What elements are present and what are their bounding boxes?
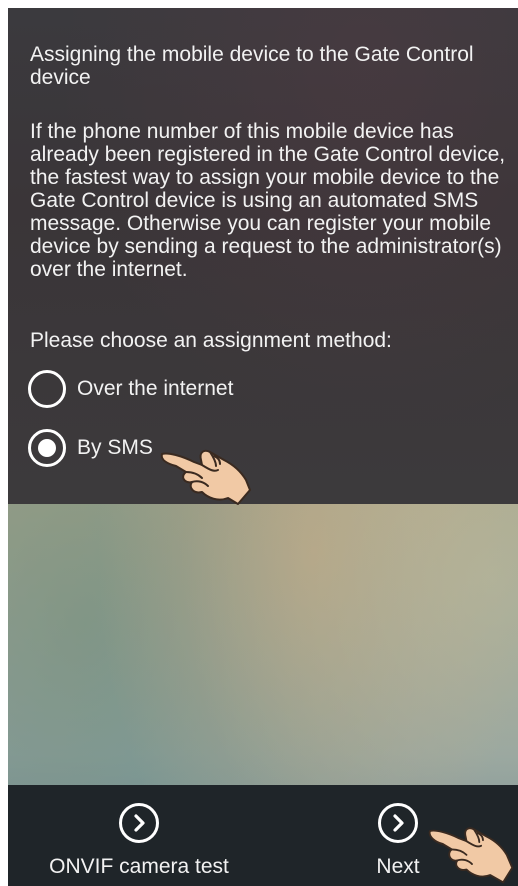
radio-button-checked[interactable] [28,429,66,467]
option-label: By SMS [77,436,153,459]
onvif-camera-test-label: ONVIF camera test [49,855,229,878]
description-text: If the phone number of this mobile devic… [30,120,506,281]
option-over-internet[interactable]: Over the internet [28,367,233,411]
pointing-hand-icon [428,827,514,884]
app-screen: Assigning the mobile device to the Gate … [8,8,518,886]
next-label: Next [376,855,420,878]
pointing-hand-icon [160,449,251,505]
option-by-sms[interactable]: By SMS [28,426,153,470]
chevron-right-circle-icon [119,803,159,843]
chevron-right-circle-icon [378,803,418,843]
assignment-prompt: Please choose an assignment method: [30,329,392,352]
radio-button-unchecked[interactable] [28,370,66,408]
onvif-camera-test-button[interactable]: ONVIF camera test [26,785,252,886]
option-label: Over the internet [77,377,234,400]
page-title: Assigning the mobile device to the Gate … [30,43,474,89]
